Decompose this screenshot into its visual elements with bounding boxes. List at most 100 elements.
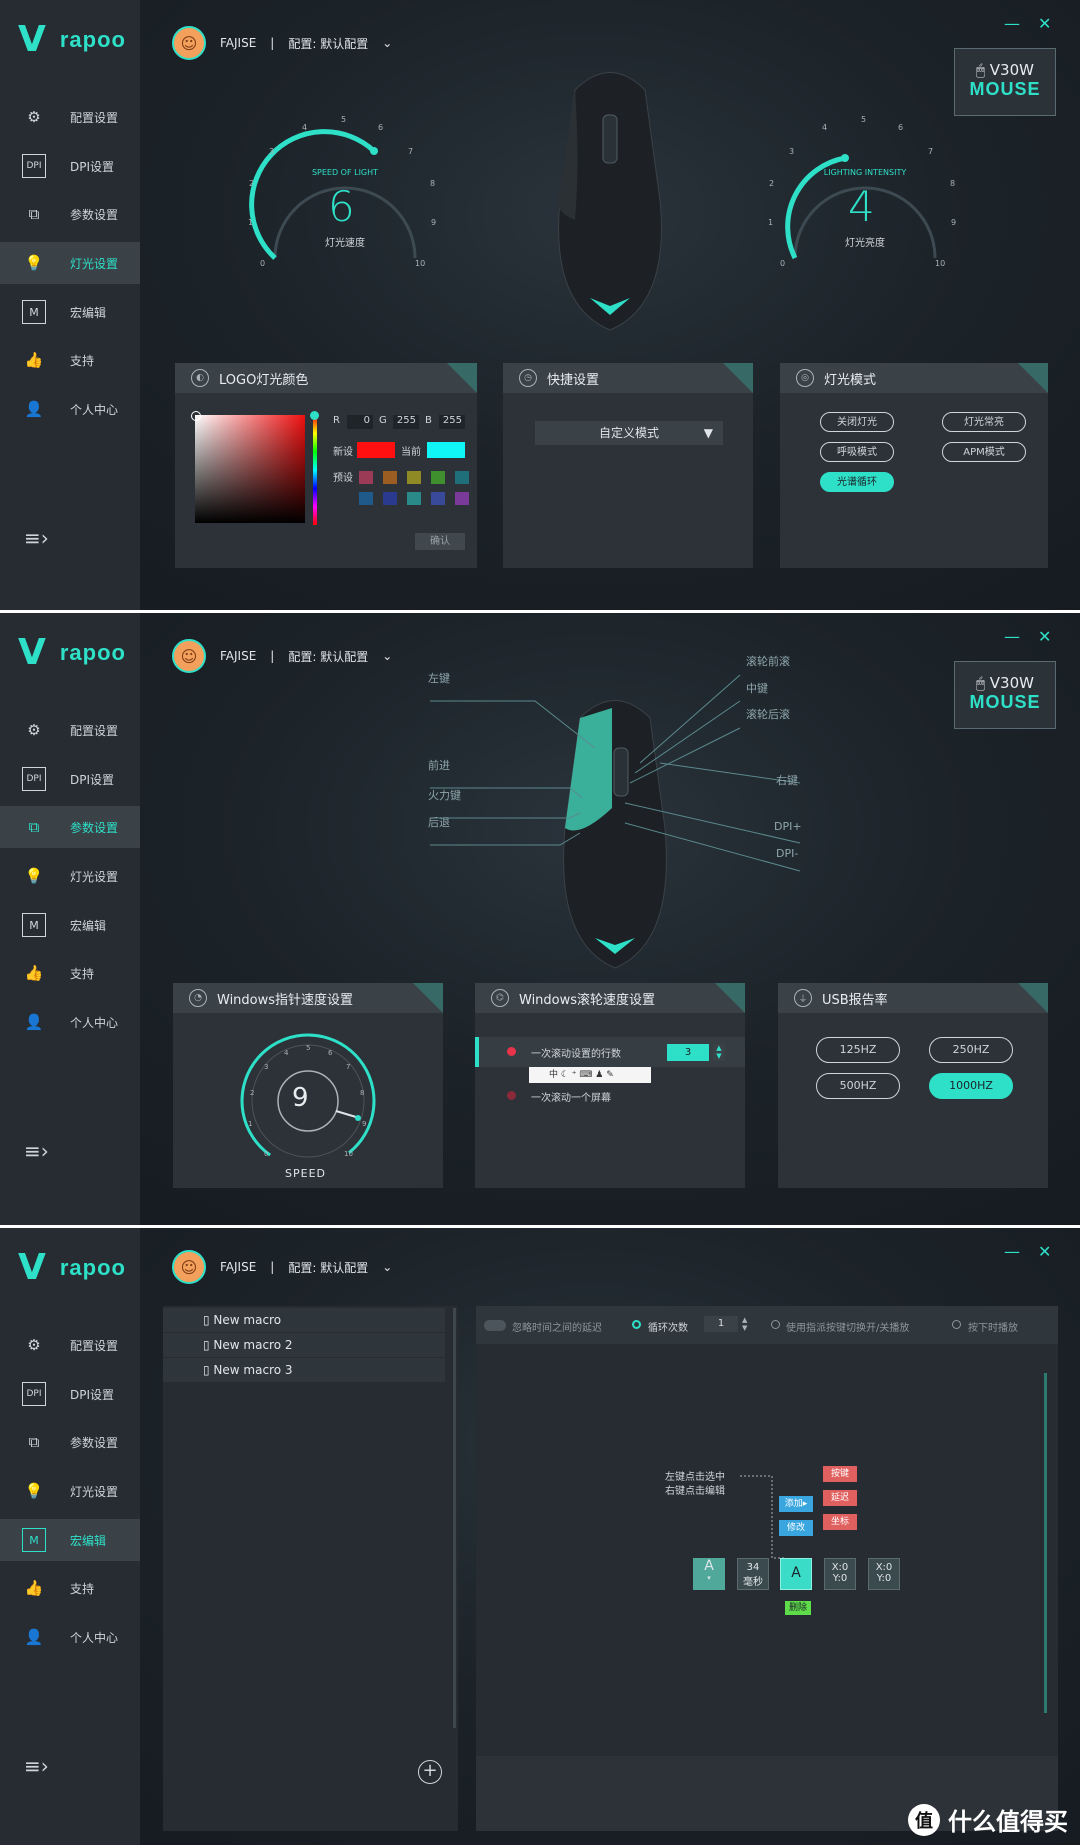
nav-params[interactable]: ⧉ 参数设置 xyxy=(0,193,140,235)
close-button[interactable]: ✕ xyxy=(1038,1242,1051,1261)
avatar[interactable]: ☺ xyxy=(172,1250,206,1284)
mode-spectrum[interactable]: 光谱循环 xyxy=(820,472,894,492)
nav-support[interactable]: 👍 支持 xyxy=(0,952,140,994)
macro-event-delay[interactable]: 34 毫秒 xyxy=(737,1558,769,1590)
preset-swatch[interactable] xyxy=(383,492,397,505)
macro-list-scrollbar[interactable] xyxy=(453,1308,456,1728)
mode-off[interactable]: 关闭灯光 xyxy=(820,412,894,432)
context-add[interactable]: 添加▸ xyxy=(779,1496,813,1512)
preset-swatch[interactable] xyxy=(359,471,373,484)
preset-swatch[interactable] xyxy=(383,471,397,484)
nav-params[interactable]: ⧉ 参数设置 xyxy=(0,1421,140,1463)
collapse-menu-icon[interactable]: ≡› xyxy=(24,526,49,550)
nav-support[interactable]: 👍 支持 xyxy=(0,339,140,381)
mode-apm[interactable]: APM模式 xyxy=(942,442,1026,462)
nav-dpi[interactable]: DPI DPI设置 xyxy=(0,758,140,800)
speed-knob[interactable] xyxy=(370,147,378,155)
rate-125[interactable]: 125HZ xyxy=(816,1037,900,1063)
nav-support[interactable]: 👍 支持 xyxy=(0,1567,140,1609)
rate-500[interactable]: 500HZ xyxy=(816,1073,900,1099)
macro-item[interactable]: ▯ New macro 2 xyxy=(163,1333,445,1357)
chevron-down-icon[interactable]: ⌄ xyxy=(382,649,392,663)
nav-params[interactable]: ⧉ 参数设置 xyxy=(0,806,140,848)
close-button[interactable]: ✕ xyxy=(1038,14,1051,33)
r-input[interactable]: 0 xyxy=(347,415,373,429)
minimize-button[interactable]: — xyxy=(1004,627,1020,646)
chevron-down-icon[interactable]: ⌄ xyxy=(382,1260,392,1274)
macro-event-key[interactable]: A ▾ xyxy=(693,1558,725,1590)
ime-toolbar[interactable]: 中 ☾ ⁺ ⌨ ♟ ✎ xyxy=(529,1067,651,1083)
scroll-stepper[interactable]: ▲ ▼ xyxy=(713,1044,725,1061)
preset-swatch[interactable] xyxy=(455,492,469,505)
macro-event-coord[interactable]: X:0 Y:0 xyxy=(824,1558,856,1590)
avatar[interactable]: ☺ xyxy=(172,26,206,60)
nav-lighting[interactable]: 💡 灯光设置 xyxy=(0,242,140,284)
context-delay[interactable]: 延迟 xyxy=(823,1490,857,1506)
nav-profile[interactable]: 👤 个人中心 xyxy=(0,1001,140,1043)
picker-cursor[interactable] xyxy=(191,411,201,421)
editor-scrollbar[interactable] xyxy=(1044,1373,1047,1713)
thumbs-up-icon: 👍 xyxy=(24,351,44,369)
nav-lighting[interactable]: 💡 灯光设置 xyxy=(0,1470,140,1512)
minimize-button[interactable]: — xyxy=(1004,14,1020,33)
radio-unselected[interactable] xyxy=(507,1091,516,1100)
context-key[interactable]: 按键 xyxy=(823,1466,857,1482)
delete-event-button[interactable]: 删除 xyxy=(785,1601,811,1615)
nav-profile[interactable]: 👤 个人中心 xyxy=(0,388,140,430)
config-selector[interactable]: 配置: 默认配置 xyxy=(288,1259,368,1276)
preset-swatch[interactable] xyxy=(407,471,421,484)
minimize-button[interactable]: — xyxy=(1004,1242,1020,1261)
nav-macro[interactable]: M 宏编辑 xyxy=(0,904,140,946)
macro-item[interactable]: ▯ New macro xyxy=(163,1308,445,1332)
nav-macro[interactable]: M 宏编辑 xyxy=(0,1519,140,1561)
context-edit[interactable]: 修改 xyxy=(779,1520,813,1536)
nav-profile[interactable]: 👤 个人中心 xyxy=(0,1616,140,1658)
context-coord[interactable]: 坐标 xyxy=(823,1514,857,1530)
loop-stepper[interactable]: ▲ ▼ xyxy=(742,1316,747,1332)
radio-selected[interactable] xyxy=(507,1047,516,1056)
config-selector[interactable]: 配置: 默认配置 xyxy=(288,35,368,52)
macro-event-coord[interactable]: X:0 Y:0 xyxy=(868,1558,900,1590)
preset-swatch[interactable] xyxy=(407,492,421,505)
chevron-down-icon[interactable]: ⌄ xyxy=(382,36,392,50)
nav-dpi[interactable]: DPI DPI设置 xyxy=(0,145,140,187)
nav-lighting[interactable]: 💡 灯光设置 xyxy=(0,855,140,897)
nav-config[interactable]: ⚙ 配置设置 xyxy=(0,709,140,751)
tick-label: 10 xyxy=(415,259,425,268)
mode-breathing[interactable]: 呼吸模式 xyxy=(820,442,894,462)
avatar[interactable]: ☺ xyxy=(172,639,206,673)
macro-item[interactable]: ▯ New macro 3 xyxy=(163,1358,445,1382)
scroll-lines-input[interactable]: 3 xyxy=(667,1044,709,1061)
loop-count-input[interactable]: 1 xyxy=(704,1316,738,1332)
collapse-menu-icon[interactable]: ≡› xyxy=(24,1139,49,1163)
preset-swatch[interactable] xyxy=(359,492,373,505)
preset-swatch[interactable] xyxy=(431,471,445,484)
g-input[interactable]: 255 xyxy=(393,415,419,429)
color-picker[interactable] xyxy=(195,415,305,523)
nav-dpi[interactable]: DPI DPI设置 xyxy=(0,1373,140,1415)
mode-dropdown[interactable]: 自定义模式 ▼ xyxy=(535,421,723,445)
nav-config[interactable]: ⚙ 配置设置 xyxy=(0,1324,140,1366)
toggle-radio[interactable] xyxy=(771,1320,780,1329)
preset-swatch[interactable] xyxy=(431,492,445,505)
confirm-button[interactable]: 确认 xyxy=(415,533,465,550)
intensity-knob[interactable] xyxy=(841,154,849,162)
collapse-menu-icon[interactable]: ≡› xyxy=(24,1754,49,1778)
loop-radio[interactable] xyxy=(632,1320,641,1329)
macro-event-selected[interactable]: A xyxy=(780,1558,812,1590)
close-button[interactable]: ✕ xyxy=(1038,627,1051,646)
b-input[interactable]: 255 xyxy=(439,415,465,429)
nav-macro[interactable]: M 宏编辑 xyxy=(0,291,140,333)
hint-edit: 右键点击编辑 xyxy=(665,1486,725,1497)
add-macro-button[interactable]: + xyxy=(418,1760,442,1784)
hue-knob[interactable] xyxy=(310,411,319,420)
config-selector[interactable]: 配置: 默认配置 xyxy=(288,648,368,665)
hue-slider[interactable] xyxy=(313,415,317,525)
ignore-delay-toggle[interactable] xyxy=(484,1320,506,1331)
nav-config[interactable]: ⚙ 配置设置 xyxy=(0,96,140,138)
mode-steady[interactable]: 灯光常亮 xyxy=(942,412,1026,432)
rate-1000[interactable]: 1000HZ xyxy=(929,1073,1013,1099)
preset-swatch[interactable] xyxy=(455,471,469,484)
rate-250[interactable]: 250HZ xyxy=(929,1037,1013,1063)
hold-radio[interactable] xyxy=(952,1320,961,1329)
